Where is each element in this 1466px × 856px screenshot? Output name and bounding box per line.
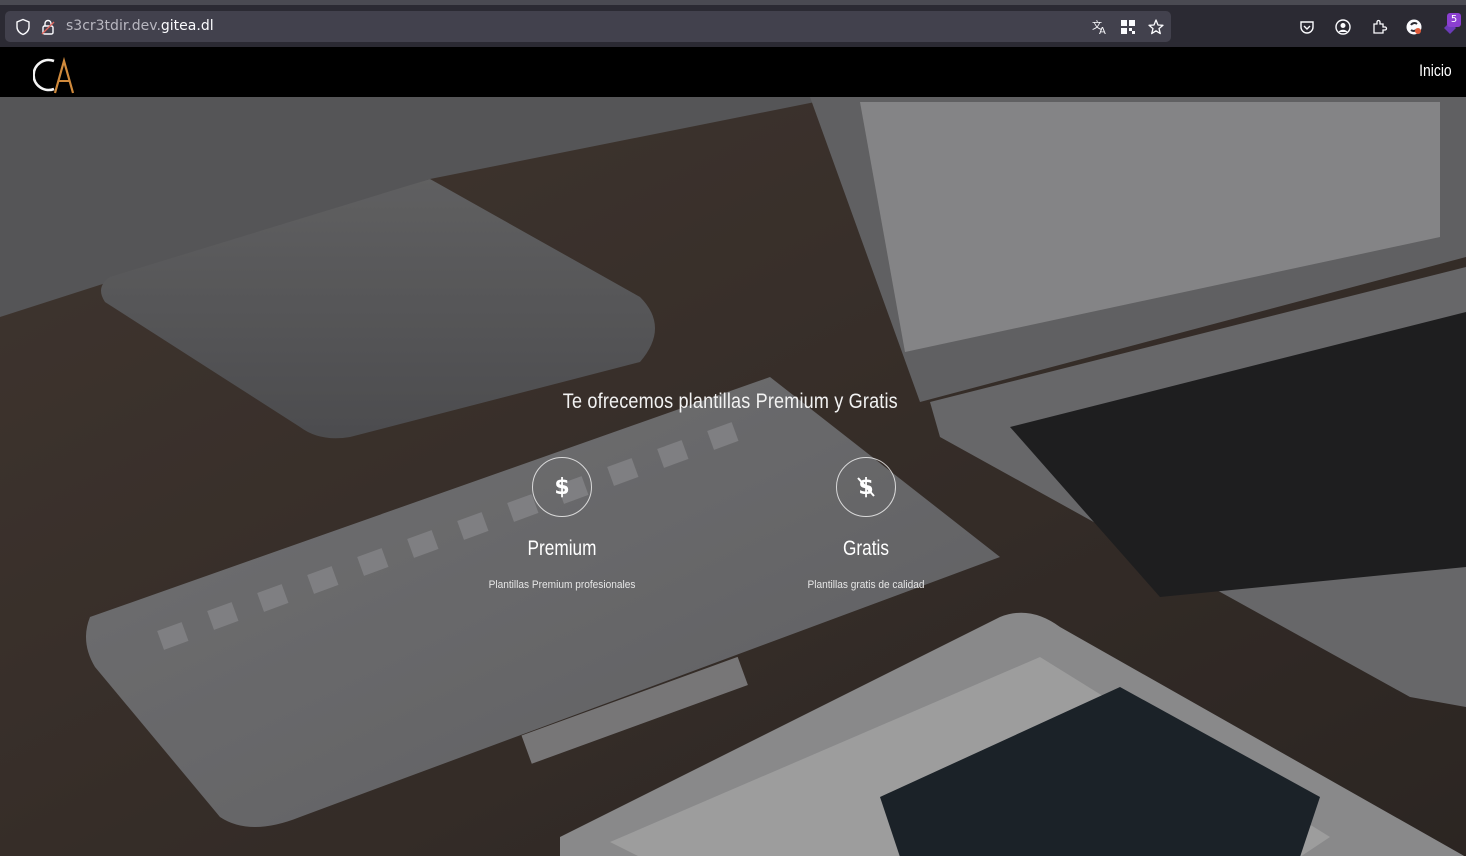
hero-dark-overlay bbox=[0, 97, 1466, 856]
url-domain: gitea.dl bbox=[160, 18, 214, 34]
dollar-icon[interactable]: $ bbox=[532, 457, 592, 517]
feature-description: Plantillas Premium profesionales bbox=[488, 579, 636, 591]
bookmark-star-icon[interactable] bbox=[1146, 17, 1166, 37]
shield-icon[interactable] bbox=[13, 17, 33, 37]
url-text[interactable]: s3cr3tdir.dev.gitea.dl bbox=[66, 18, 214, 34]
address-bar[interactable]: s3cr3tdir.dev.gitea.dl 文A bbox=[5, 11, 1171, 42]
feature-description: Plantillas gratis de calidad bbox=[807, 579, 925, 591]
account-icon[interactable] bbox=[1333, 17, 1353, 37]
translate-icon[interactable]: 文A bbox=[1090, 17, 1110, 37]
nav-link-inicio[interactable]: Inicio bbox=[1419, 61, 1452, 81]
svg-text:$: $ bbox=[554, 475, 569, 500]
pocket-icon[interactable] bbox=[1297, 17, 1317, 37]
browser-toolbar: s3cr3tdir.dev.gitea.dl 文A 5 bbox=[0, 0, 1466, 47]
feature-title: Gratis bbox=[843, 537, 889, 560]
qr-code-icon[interactable] bbox=[1118, 17, 1138, 37]
site-navbar: Inicio bbox=[0, 47, 1466, 97]
feature-gratis: $ Gratis Plantillas gratis de calidad bbox=[746, 457, 986, 591]
feature-title: Premium bbox=[527, 537, 597, 560]
dollar-off-icon[interactable]: $ bbox=[836, 457, 896, 517]
lock-icon[interactable] bbox=[38, 17, 58, 37]
sync-icon[interactable] bbox=[1404, 17, 1424, 37]
hero-title: Te ofrecemos plantillas Premium y Gratis bbox=[562, 390, 898, 413]
logo[interactable] bbox=[32, 55, 77, 95]
extensions-icon[interactable] bbox=[1369, 17, 1389, 37]
hero-section: Te ofrecemos plantillas Premium y Gratis… bbox=[0, 97, 1466, 856]
url-subdomain: s3cr3tdir.dev. bbox=[66, 18, 161, 34]
svg-text:A: A bbox=[1099, 26, 1106, 36]
extension-badge: 5 bbox=[1447, 13, 1461, 27]
feature-premium: $ Premium Plantillas Premium profesional… bbox=[442, 457, 682, 591]
